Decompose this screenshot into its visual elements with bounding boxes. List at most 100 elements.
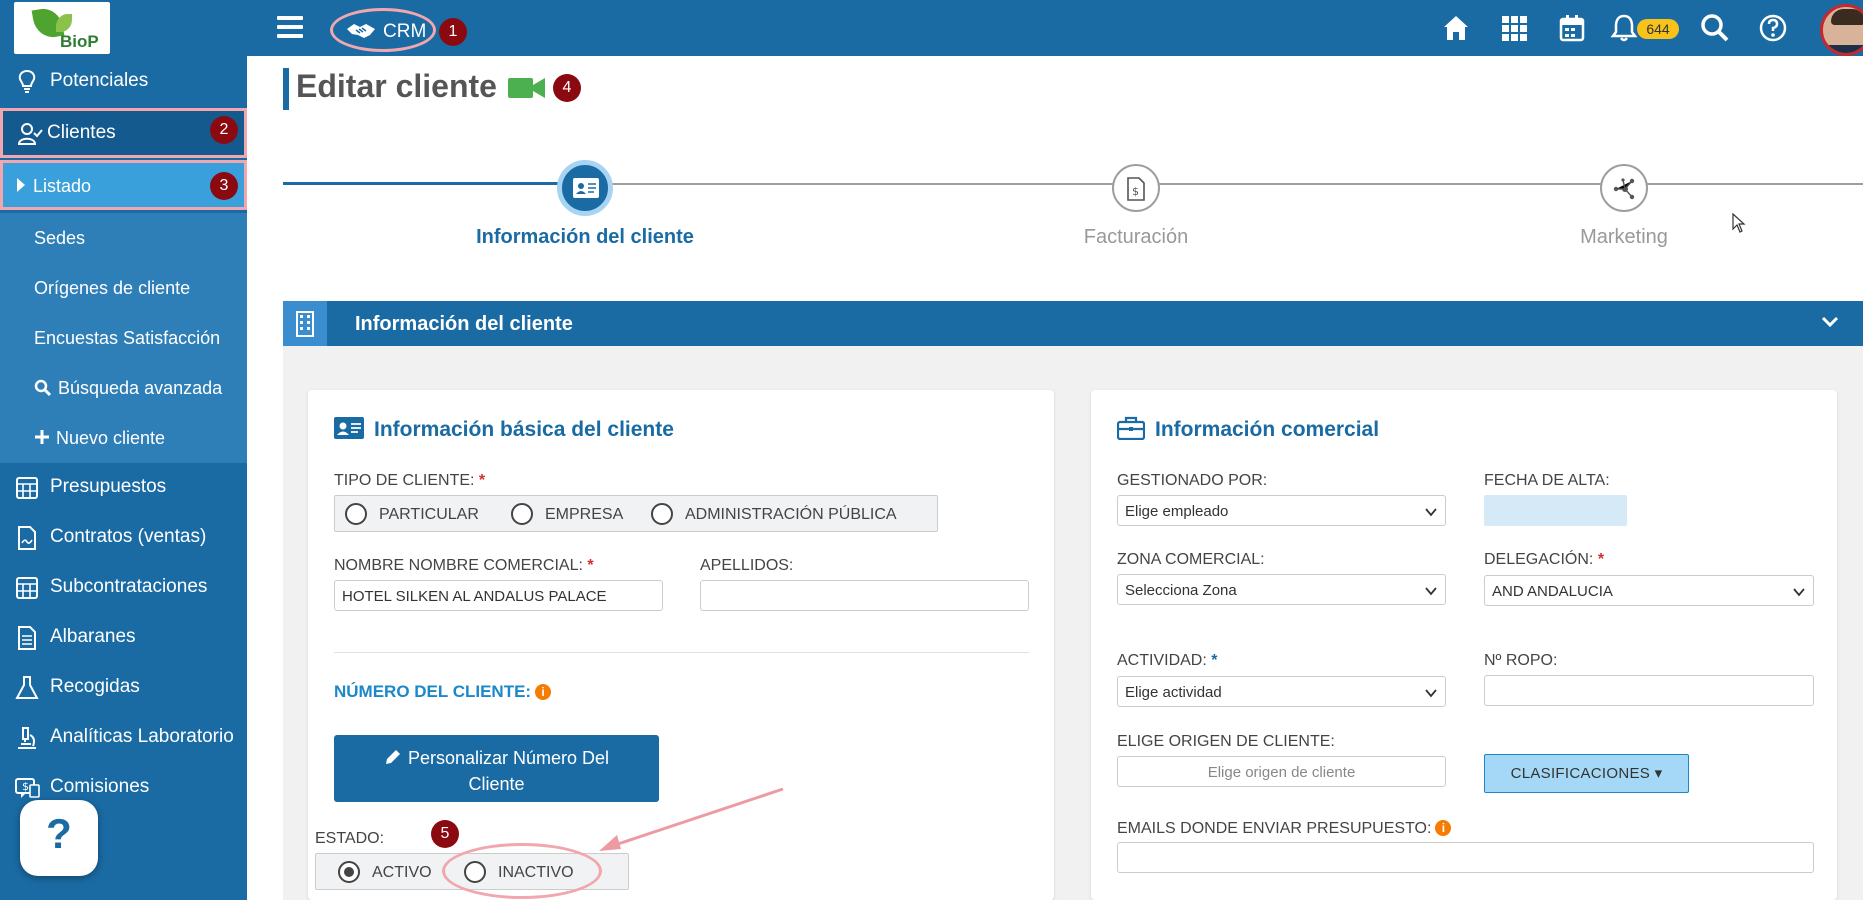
sidebar-subitem-label: Sedes: [34, 228, 86, 248]
biop-logo[interactable]: BioP: [14, 2, 110, 54]
radio-label: EMPRESA: [545, 506, 624, 523]
step-label[interactable]: Información del cliente: [435, 226, 735, 249]
numero-cliente-label: NÚMERO DEL CLIENTE: i: [334, 682, 552, 702]
crm-module-link[interactable]: CRM: [330, 8, 436, 52]
annotation-marker: 5: [431, 820, 459, 848]
chevron-down-icon[interactable]: [1821, 313, 1839, 331]
origen-label: ELIGE ORIGEN DE CLIENTE:: [1117, 733, 1335, 750]
sidebar-subitem-sedes[interactable]: Sedes: [0, 213, 247, 263]
personalizar-label: Personalizar Número Del Cliente: [407, 748, 610, 794]
tipo-cliente-label: TIPO DE CLIENTE: *: [334, 472, 486, 489]
tipo-particular-radio[interactable]: [345, 503, 367, 525]
apps-grid-icon[interactable]: [1498, 12, 1530, 44]
sidebar-item-label: Potenciales: [50, 70, 149, 91]
clasificaciones-button[interactable]: CLASIFICACIONES ▾: [1484, 754, 1689, 793]
section-header[interactable]: Información del cliente: [283, 301, 1863, 346]
delegacion-select[interactable]: AND ANDALUCIA: [1484, 575, 1814, 606]
sidebar-item-subcontrataciones[interactable]: Subcontrataciones: [0, 562, 247, 612]
sidebar-item-label: Analíticas Laboratorio: [50, 726, 234, 747]
sidebar-subitem-label: Encuestas Satisfacción: [34, 328, 221, 348]
radio-label: ADMINISTRACIÓN PÚBLICA: [685, 506, 897, 523]
id-card-icon: [573, 178, 599, 198]
sidebar-subitem-busqueda[interactable]: Búsqueda avanzada: [0, 363, 247, 413]
sidebar-item-analiticas[interactable]: Analíticas Laboratorio: [0, 712, 247, 762]
svg-text:$: $: [1132, 185, 1139, 198]
step-label[interactable]: Facturación: [986, 226, 1286, 249]
briefcase-icon: [1117, 416, 1145, 440]
network-icon: [1613, 178, 1635, 200]
estado-activo-radio[interactable]: [338, 861, 360, 883]
highlight-ring: [442, 843, 602, 899]
sidebar-subitem-label: Búsqueda avanzada: [58, 378, 223, 398]
tipo-empresa-radio[interactable]: [511, 503, 533, 525]
ropo-input[interactable]: [1484, 675, 1814, 706]
estado-label: ESTADO:: [315, 830, 385, 847]
tipo-administracion-radio[interactable]: [651, 503, 673, 525]
annotation-marker: 1: [439, 18, 467, 46]
annotation-marker: 2: [210, 116, 238, 144]
step-informacion-cliente[interactable]: [557, 160, 613, 216]
handshake-icon: [347, 24, 375, 38]
sidebar-subitem-nuevo[interactable]: Nuevo cliente: [0, 413, 247, 463]
select-value: Selecciona Zona: [1125, 582, 1237, 599]
sidebar-subitem-label: Orígenes de cliente: [34, 278, 191, 298]
commercial-info-title: Información comercial: [1155, 418, 1380, 441]
plus-icon: [35, 430, 49, 444]
step-marketing[interactable]: [1600, 164, 1648, 212]
actividad-select[interactable]: Elige actividad: [1117, 676, 1446, 707]
annotation-arrow: [599, 787, 784, 851]
info-icon[interactable]: i: [1435, 820, 1452, 836]
sidebar-item-potenciales[interactable]: Potenciales: [0, 56, 247, 106]
invoice-icon: $: [1127, 177, 1145, 201]
bell-icon[interactable]: [1608, 12, 1640, 44]
sidebar-item-recogidas[interactable]: Recogidas: [0, 662, 247, 712]
sidebar-item-contratos[interactable]: Contratos (ventas): [0, 512, 247, 562]
sidebar-item-label: Comisiones: [50, 776, 150, 797]
building-icon: [283, 301, 327, 346]
nombre-comercial-input[interactable]: HOTEL SILKEN AL ANDALUS PALACE: [334, 580, 663, 611]
fecha-alta-input[interactable]: [1484, 495, 1627, 526]
gestionado-label: GESTIONADO POR:: [1117, 472, 1268, 489]
sidebar-item-presupuestos[interactable]: Presupuestos: [0, 462, 247, 512]
step-label[interactable]: Marketing: [1474, 226, 1774, 249]
calendar-icon[interactable]: [1556, 12, 1588, 44]
sidebar-subitem-origenes[interactable]: Orígenes de cliente: [0, 263, 247, 313]
origen-cliente-input[interactable]: Elige origen de cliente: [1117, 756, 1446, 787]
logo-area: BioP: [0, 0, 247, 56]
sidebar-item-albaranes[interactable]: Albaranes: [0, 612, 247, 662]
apellidos-input[interactable]: [700, 580, 1029, 611]
search-icon[interactable]: [1699, 12, 1731, 44]
search-icon: [34, 379, 52, 397]
emails-input[interactable]: [1117, 842, 1814, 873]
menu-toggle-icon[interactable]: [277, 16, 303, 38]
zona-comercial-select[interactable]: Selecciona Zona: [1117, 574, 1446, 605]
sidebar-subitem-encuestas[interactable]: Encuestas Satisfacción: [0, 313, 247, 363]
info-icon[interactable]: i: [535, 684, 552, 700]
microscope-icon: [18, 727, 36, 749]
annotation-marker: 3: [210, 172, 238, 200]
stepper-line: [585, 183, 1863, 185]
radio-label: ACTIVO: [372, 864, 432, 881]
gestionado-select[interactable]: Elige empleado: [1117, 495, 1446, 526]
caret-down-icon: ▾: [1654, 765, 1663, 782]
emails-label: EMAILS DONDE ENVIAR PRESUPUESTO: i: [1117, 820, 1452, 838]
user-avatar[interactable]: [1820, 4, 1863, 56]
document-icon: [18, 626, 36, 650]
stepper-progress-line: [283, 182, 585, 185]
home-icon[interactable]: [1440, 12, 1472, 44]
step-facturacion[interactable]: $: [1112, 164, 1160, 212]
video-camera-icon[interactable]: [508, 77, 546, 99]
sidebar-item-label: Clientes: [47, 122, 116, 143]
pencil-icon: [385, 750, 400, 764]
help-button[interactable]: ?: [20, 800, 98, 876]
chevron-down-icon: [1793, 588, 1805, 597]
select-value: AND ANDALUCIA: [1492, 583, 1613, 600]
zona-label: ZONA COMERCIAL:: [1117, 551, 1265, 568]
help-icon[interactable]: [1757, 12, 1789, 44]
fecha-alta-label: FECHA DE ALTA:: [1484, 472, 1610, 489]
actividad-label: ACTIVIDAD: *: [1117, 652, 1218, 669]
contract-icon: [18, 526, 36, 550]
tipo-cliente-radio-group: PARTICULAR EMPRESA ADMINISTRACIÓN PÚBLIC…: [334, 495, 938, 532]
annotation-marker: 4: [553, 74, 581, 102]
id-card-icon: [334, 417, 364, 439]
